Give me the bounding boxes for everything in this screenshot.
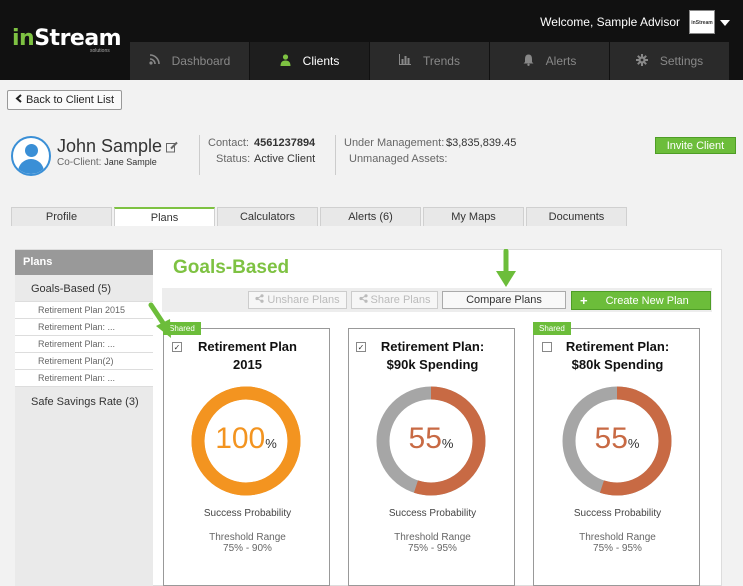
- top-bar: inStream solutions Welcome, Sample Advis…: [0, 0, 743, 80]
- sidebar-subitem[interactable]: Retirement Plan: ...: [15, 370, 153, 387]
- status-label: Status:: [216, 153, 251, 165]
- create-new-plan-button[interactable]: + Create New Plan: [571, 291, 711, 310]
- threshold-range: Threshold Range 75% - 95%: [394, 532, 471, 554]
- annotation-arrow-icon: [148, 302, 171, 338]
- shared-badge: Shared: [533, 322, 571, 335]
- sidebar-item-safe-savings-rate[interactable]: Safe Savings Rate (3): [15, 389, 153, 415]
- welcome-text: Welcome, Sample Advisor: [540, 15, 680, 29]
- edit-icon[interactable]: [166, 141, 178, 156]
- sidebar-header: Plans: [15, 250, 153, 275]
- client-tabs: Profile Plans Calculators Alerts (6) My …: [11, 207, 627, 226]
- sidebar-subitem[interactable]: Retirement Plan: ...: [15, 336, 153, 353]
- nav-alerts[interactable]: Alerts: [490, 42, 610, 80]
- plan-title: Retirement Plan 2015: [198, 339, 297, 372]
- threshold-range: Threshold Range 75% - 95%: [579, 532, 656, 554]
- nav-dashboard[interactable]: Dashboard: [130, 42, 250, 80]
- success-probability-label: Success Probability: [573, 508, 662, 519]
- success-probability-label: Success Probability: [388, 508, 477, 519]
- user-avatar[interactable]: inStream: [689, 10, 715, 34]
- chevron-left-icon: [15, 94, 22, 106]
- rss-icon: [149, 54, 160, 68]
- threshold-range: Threshold Range 75% - 90%: [209, 532, 286, 554]
- contact-value: 4561237894: [254, 137, 316, 149]
- sidebar-item-goals-based[interactable]: Goals-Based (5): [15, 276, 153, 302]
- bar-chart-icon: [399, 54, 412, 68]
- nav-trends[interactable]: Trends: [370, 42, 490, 80]
- sidebar-subitem[interactable]: Retirement Plan: ...: [15, 319, 153, 336]
- nav-settings[interactable]: Settings: [610, 42, 730, 80]
- invite-client-button[interactable]: Invite Client: [655, 137, 736, 154]
- coclient: Co-Client: Jane Sample: [57, 157, 157, 168]
- annotation-arrow-icon: [496, 249, 516, 287]
- user-menu-caret-icon[interactable]: [720, 20, 730, 26]
- back-to-client-list-button[interactable]: Back to Client List: [7, 90, 122, 110]
- logo-subtitle: solutions: [90, 48, 110, 54]
- compare-plans-button[interactable]: Compare Plans: [442, 291, 566, 309]
- client-avatar: [11, 136, 51, 176]
- under-management-label: Under Management:: [344, 137, 445, 149]
- gear-icon: [635, 53, 648, 69]
- bell-icon: [523, 54, 534, 69]
- plan-title: Retirement Plan: $90k Spending: [380, 339, 485, 372]
- user-icon: [280, 53, 291, 69]
- success-probability-label: Success Probability: [203, 508, 292, 519]
- plus-icon: +: [580, 293, 588, 308]
- success-percent: 55%: [594, 422, 640, 455]
- tab-documents[interactable]: Documents: [526, 207, 627, 226]
- unshare-plans-button[interactable]: Unshare Plans: [248, 291, 347, 309]
- nav-clients[interactable]: Clients: [250, 42, 370, 80]
- divider: [199, 135, 200, 175]
- status-value: Active Client: [254, 153, 316, 165]
- success-percent: 55%: [408, 422, 454, 455]
- share-plans-button[interactable]: Share Plans: [351, 291, 438, 309]
- unmanaged-assets-label: Unmanaged Assets:: [349, 153, 448, 165]
- sidebar-subitem[interactable]: Retirement Plan 2015: [15, 302, 153, 319]
- contact-label: Contact:: [208, 137, 249, 149]
- tab-profile[interactable]: Profile: [11, 207, 112, 226]
- tab-my-maps[interactable]: My Maps: [423, 207, 524, 226]
- section-title: Goals-Based: [173, 257, 290, 278]
- under-management-value: $3,835,839.45: [446, 137, 517, 149]
- divider: [335, 135, 336, 175]
- share-icon: [358, 294, 368, 306]
- sidebar-subitem[interactable]: Retirement Plan(2): [15, 353, 153, 370]
- tab-calculators[interactable]: Calculators: [217, 207, 318, 226]
- client-name: John Sample: [57, 136, 163, 156]
- share-icon: [255, 294, 265, 306]
- plan-title: Retirement Plan: $80k Spending: [565, 339, 670, 372]
- main-nav: Dashboard Clients Trends Alerts Settings: [130, 42, 743, 80]
- tab-alerts[interactable]: Alerts (6): [320, 207, 421, 226]
- tab-plans[interactable]: Plans: [114, 207, 215, 226]
- success-percent: 100%: [215, 422, 277, 455]
